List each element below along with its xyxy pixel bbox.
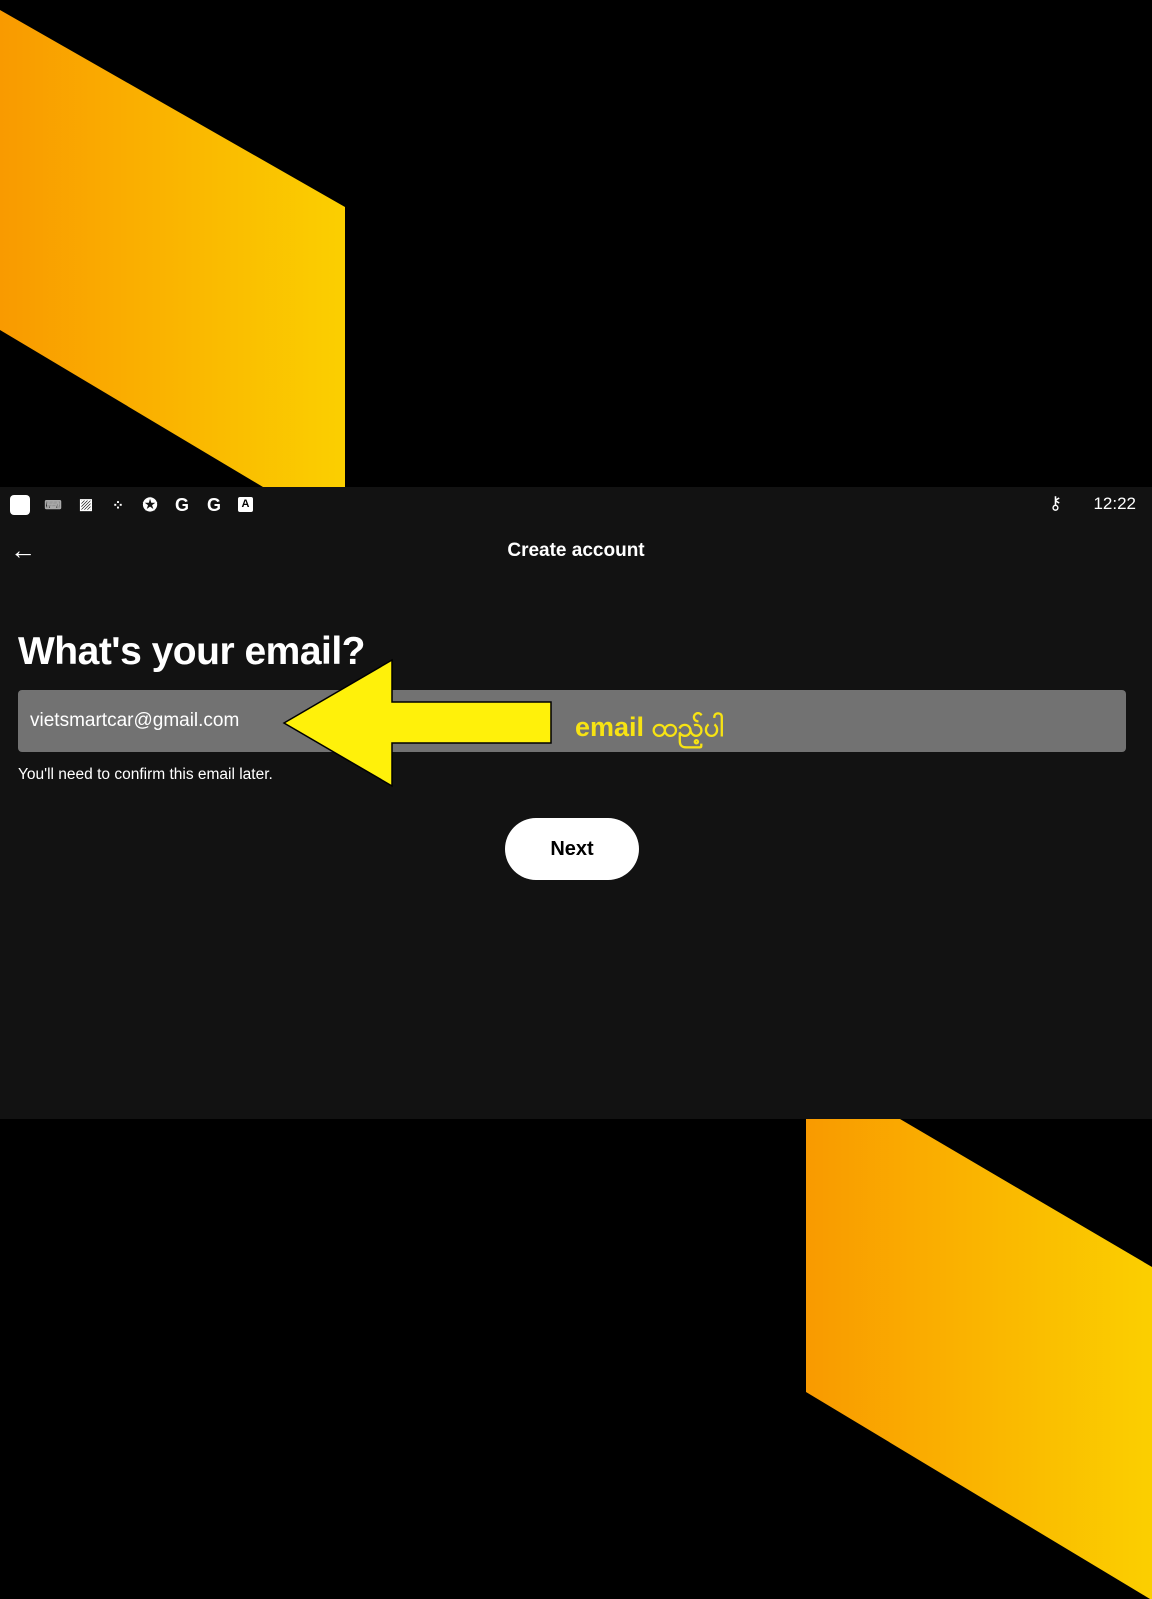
annotation-text: email ထည့်ပါ bbox=[575, 712, 724, 742]
annotation-arrow-icon bbox=[282, 658, 552, 788]
